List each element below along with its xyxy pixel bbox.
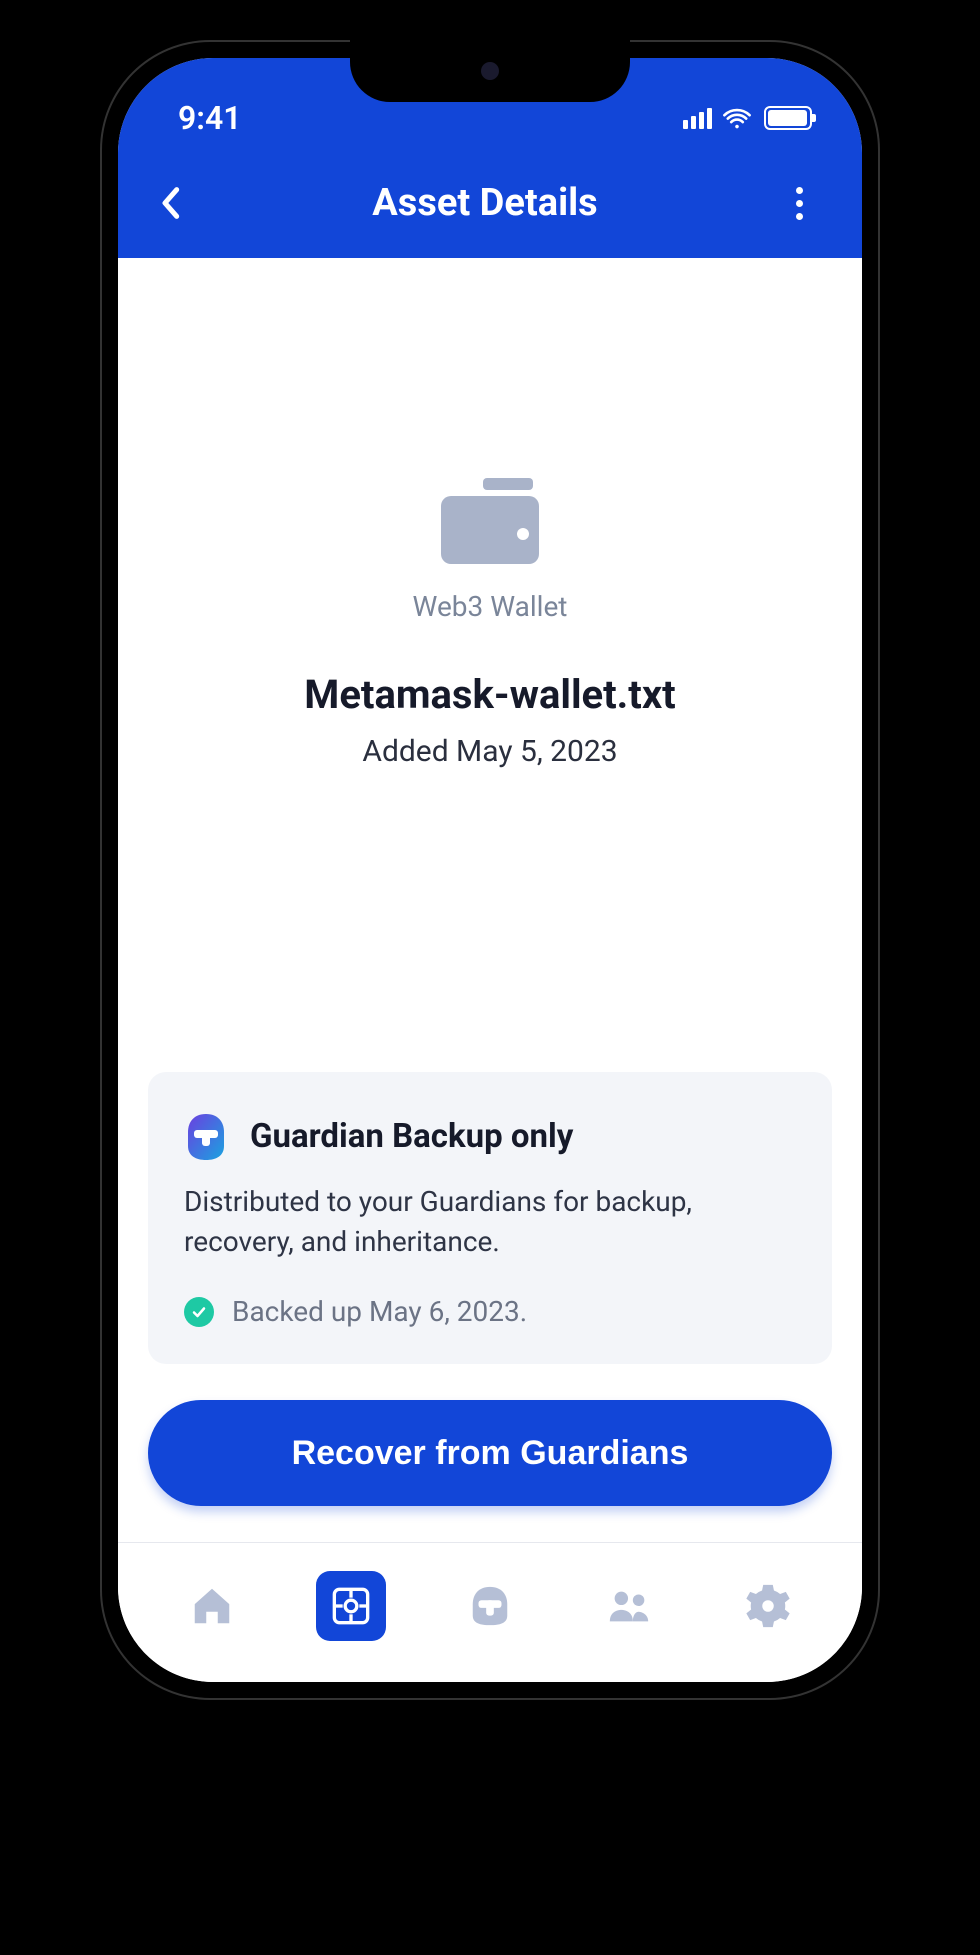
- backup-card-description: Distributed to your Guardians for backup…: [184, 1182, 796, 1263]
- nav-people[interactable]: [594, 1571, 664, 1641]
- vault-icon: [331, 1586, 371, 1626]
- asset-filename: Metamask-wallet.txt: [304, 671, 675, 718]
- status-time: 9:41: [178, 99, 242, 137]
- spacer: [148, 769, 832, 1072]
- asset-added-date: Added May 5, 2023: [362, 734, 617, 769]
- status-icons: [683, 106, 812, 130]
- recover-from-guardians-button[interactable]: Recover from Guardians: [148, 1400, 832, 1506]
- backup-status-row: Backed up May 6, 2023.: [184, 1295, 796, 1328]
- more-dot-icon: [796, 187, 803, 194]
- people-icon: [606, 1583, 652, 1629]
- home-icon: [189, 1583, 235, 1629]
- battery-icon: [764, 106, 812, 130]
- bottom-nav: [118, 1542, 862, 1682]
- cellular-signal-icon: [683, 108, 712, 129]
- wallet-icon: [435, 478, 545, 568]
- more-options-button[interactable]: [778, 181, 822, 225]
- more-dot-icon: [796, 213, 803, 220]
- guardian-helmet-icon: [184, 1112, 228, 1162]
- nav-home[interactable]: [177, 1571, 247, 1641]
- backup-card-header: Guardian Backup only: [184, 1112, 796, 1162]
- screen: 9:41 Asset Details: [118, 58, 862, 1682]
- asset-type-label: Web3 Wallet: [413, 590, 568, 623]
- helmet-icon: [467, 1583, 513, 1629]
- phone-frame: 9:41 Asset Details: [100, 40, 880, 1700]
- device-notch: [350, 40, 630, 102]
- backup-status-text: Backed up May 6, 2023.: [232, 1295, 527, 1328]
- page-title: Asset Details: [372, 181, 597, 225]
- nav-settings[interactable]: [733, 1571, 803, 1641]
- check-circle-icon: [184, 1297, 214, 1327]
- back-button[interactable]: [148, 181, 192, 225]
- guardian-backup-card: Guardian Backup only Distributed to your…: [148, 1072, 832, 1364]
- chevron-left-icon: [160, 186, 180, 220]
- content-area: Web3 Wallet Metamask-wallet.txt Added Ma…: [118, 258, 862, 1542]
- wifi-icon: [722, 107, 752, 129]
- backup-card-title: Guardian Backup only: [250, 1117, 573, 1156]
- gear-icon: [745, 1583, 791, 1629]
- nav-vault[interactable]: [316, 1571, 386, 1641]
- nav-guardian[interactable]: [455, 1571, 525, 1641]
- app-header: Asset Details: [118, 158, 862, 258]
- more-dot-icon: [796, 200, 803, 207]
- asset-hero: Web3 Wallet Metamask-wallet.txt Added Ma…: [148, 478, 832, 769]
